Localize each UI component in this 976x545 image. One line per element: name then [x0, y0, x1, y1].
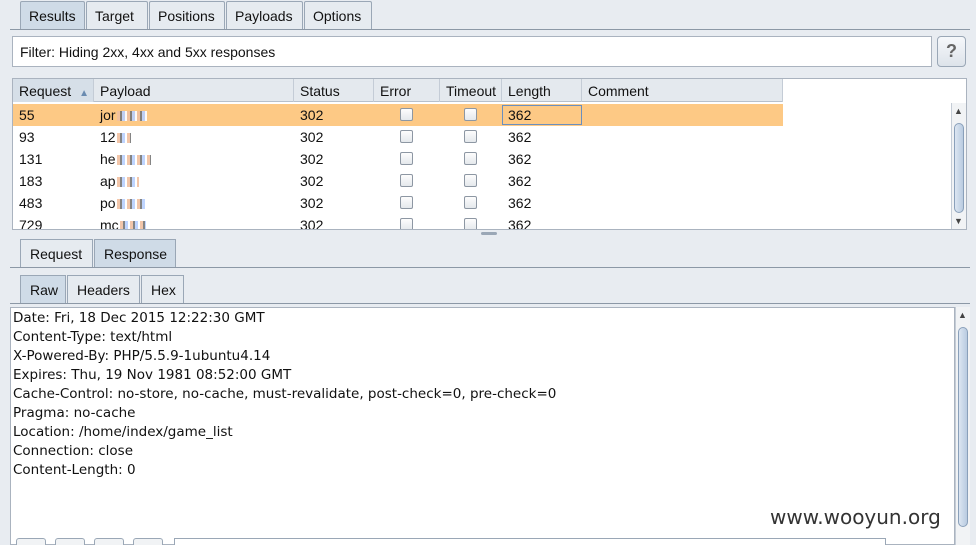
tab-positions[interactable]: Positions	[149, 1, 225, 30]
table-row[interactable]: 729 mc 302 362	[13, 214, 783, 230]
response-header-line: Content-Type: text/html	[13, 329, 173, 345]
cell-request: 93	[19, 129, 35, 145]
cell-length: 362	[508, 217, 532, 230]
table-row[interactable]: 131 he 302 362	[13, 148, 783, 170]
tab-results[interactable]: Results	[20, 1, 85, 30]
timeout-checkbox[interactable]	[464, 130, 477, 143]
tab-request[interactable]: Request	[20, 239, 93, 267]
cell-request: 55	[19, 107, 35, 123]
add-button[interactable]	[94, 538, 124, 545]
cell-status: 302	[300, 217, 324, 230]
tab-raw[interactable]: Raw	[20, 275, 66, 303]
redacted-text	[119, 221, 146, 229]
cell-length: 362	[508, 195, 532, 211]
cell-request: 131	[19, 151, 43, 167]
response-header-line: Pragma: no-cache	[13, 405, 136, 421]
table-row[interactable]: 483 po 302 362	[13, 192, 783, 214]
table-header: Request ▲ Payload Status Error Timeout Le…	[13, 79, 783, 102]
response-scrollbar[interactable]: ▲	[955, 307, 970, 545]
timeout-checkbox[interactable]	[464, 196, 477, 209]
error-checkbox[interactable]	[400, 218, 413, 229]
search-input[interactable]	[174, 538, 886, 545]
cell-status: 302	[300, 195, 324, 211]
timeout-checkbox[interactable]	[464, 152, 477, 165]
error-checkbox[interactable]	[400, 108, 413, 121]
response-header-line: Cache-Control: no-store, no-cache, must-…	[13, 386, 557, 402]
cell-status: 302	[300, 129, 324, 145]
tab-target[interactable]: Target	[86, 1, 148, 30]
column-header-length[interactable]: Length	[502, 79, 582, 102]
response-header-line: Date: Fri, 18 Dec 2015 12:22:30 GMT	[13, 310, 265, 326]
scroll-up-icon[interactable]: ▲	[954, 106, 963, 116]
column-header-request[interactable]: Request ▲	[13, 79, 94, 102]
cell-length: 362	[508, 151, 532, 167]
table-row[interactable]: 183 ap 302 362	[13, 170, 783, 192]
timeout-checkbox[interactable]	[464, 218, 477, 229]
column-header-status[interactable]: Status	[294, 79, 374, 102]
scroll-down-icon[interactable]: ▼	[954, 216, 963, 226]
tab-divider	[10, 29, 970, 30]
column-header-error[interactable]: Error	[374, 79, 440, 102]
tab-payloads[interactable]: Payloads	[226, 1, 303, 30]
next-button[interactable]	[133, 538, 163, 545]
redacted-text	[116, 155, 151, 166]
sort-ascending-icon: ▲	[79, 88, 90, 99]
redacted-text	[116, 177, 139, 188]
cell-payload: po	[94, 195, 147, 211]
response-header-line: Location: /home/index/game_list	[13, 424, 233, 440]
results-table: Request ▲ Payload Status Error Timeout Le…	[12, 78, 967, 230]
redacted-text	[116, 111, 147, 122]
column-header-comment[interactable]: Comment	[582, 79, 783, 102]
table-scrollbar[interactable]: ▲ ▼	[951, 103, 966, 229]
timeout-checkbox[interactable]	[464, 108, 477, 121]
table-row[interactable]: 93 12 302 362	[13, 126, 783, 148]
cell-payload: he	[94, 151, 151, 167]
cell-payload: 12	[94, 129, 131, 145]
cell-request: 729	[19, 217, 43, 230]
table-row[interactable]: 55 jor 302 362	[13, 104, 783, 126]
response-header-line: Expires: Thu, 19 Nov 1981 08:52:00 GMT	[13, 367, 292, 383]
scrollbar-thumb[interactable]	[954, 123, 964, 213]
response-header-line: Content-Length: 0	[13, 462, 136, 478]
cell-length: 362	[508, 129, 532, 145]
tab-divider	[10, 267, 970, 268]
previous-button[interactable]	[55, 538, 85, 545]
column-header-payload[interactable]: Payload	[94, 79, 294, 102]
tab-divider	[10, 303, 970, 304]
cell-payload: mc	[94, 217, 146, 229]
scroll-up-icon[interactable]: ▲	[958, 310, 967, 320]
split-handle[interactable]	[481, 232, 497, 235]
cell-length: 362	[508, 173, 532, 189]
error-checkbox[interactable]	[400, 174, 413, 187]
watermark-text: www.wooyun.org	[770, 505, 941, 529]
error-checkbox[interactable]	[400, 152, 413, 165]
column-header-timeout[interactable]: Timeout	[440, 79, 502, 102]
cell-status: 302	[300, 107, 324, 123]
cell-length: 362	[508, 107, 532, 123]
cell-payload: jor	[94, 107, 147, 123]
error-checkbox[interactable]	[400, 196, 413, 209]
cell-request: 483	[19, 195, 43, 211]
tab-hex[interactable]: Hex	[141, 275, 184, 303]
tab-headers[interactable]: Headers	[67, 275, 140, 303]
tab-options[interactable]: Options	[304, 1, 372, 30]
redacted-text	[116, 199, 147, 210]
tab-response[interactable]: Response	[94, 239, 176, 267]
redacted-text	[116, 133, 131, 144]
help-button[interactable]	[16, 538, 46, 545]
cell-status: 302	[300, 151, 324, 167]
response-header-line: Connection: close	[13, 443, 134, 459]
cell-status: 302	[300, 173, 324, 189]
help-button[interactable]: ?	[937, 36, 966, 67]
main-tab-bar: Results Target Positions Payloads Option…	[0, 0, 976, 30]
cell-request: 183	[19, 173, 43, 189]
cell-payload: ap	[94, 173, 139, 189]
scrollbar-thumb[interactable]	[958, 327, 968, 527]
error-checkbox[interactable]	[400, 130, 413, 143]
response-header-line: X-Powered-By: PHP/5.5.9-1ubuntu4.14	[13, 348, 271, 364]
timeout-checkbox[interactable]	[464, 174, 477, 187]
filter-bar[interactable]: Filter: Hiding 2xx, 4xx and 5xx response…	[12, 36, 932, 67]
